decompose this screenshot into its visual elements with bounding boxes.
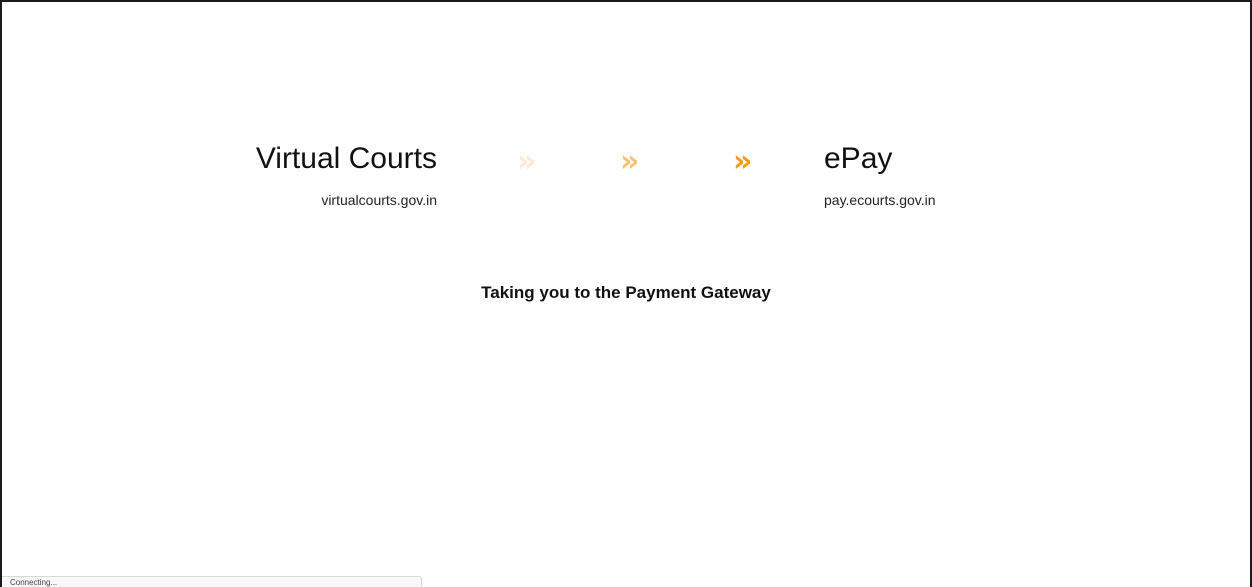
page-viewport: Virtual Courts virtualcourts.gov.in » » …: [0, 0, 1252, 587]
source-title: Virtual Courts: [255, 142, 437, 175]
chevron-double-right-icon: »: [620, 144, 640, 179]
status-text: Connecting...: [10, 578, 58, 587]
redirect-message: Taking you to the Payment Gateway: [481, 283, 771, 302]
destination-domain: pay.ecourts.gov.in: [824, 192, 936, 208]
destination-title: ePay: [824, 142, 893, 175]
chevron-double-right-icon: »: [733, 144, 753, 179]
chevron-double-right-icon: »: [517, 144, 537, 179]
browser-status-bar: Connecting...: [2, 576, 422, 587]
source-site: Virtual Courts virtualcourts.gov.in: [256, 140, 437, 208]
destination-site: ePay pay.ecourts.gov.in: [824, 140, 936, 208]
source-domain: virtualcourts.gov.in: [321, 192, 437, 208]
